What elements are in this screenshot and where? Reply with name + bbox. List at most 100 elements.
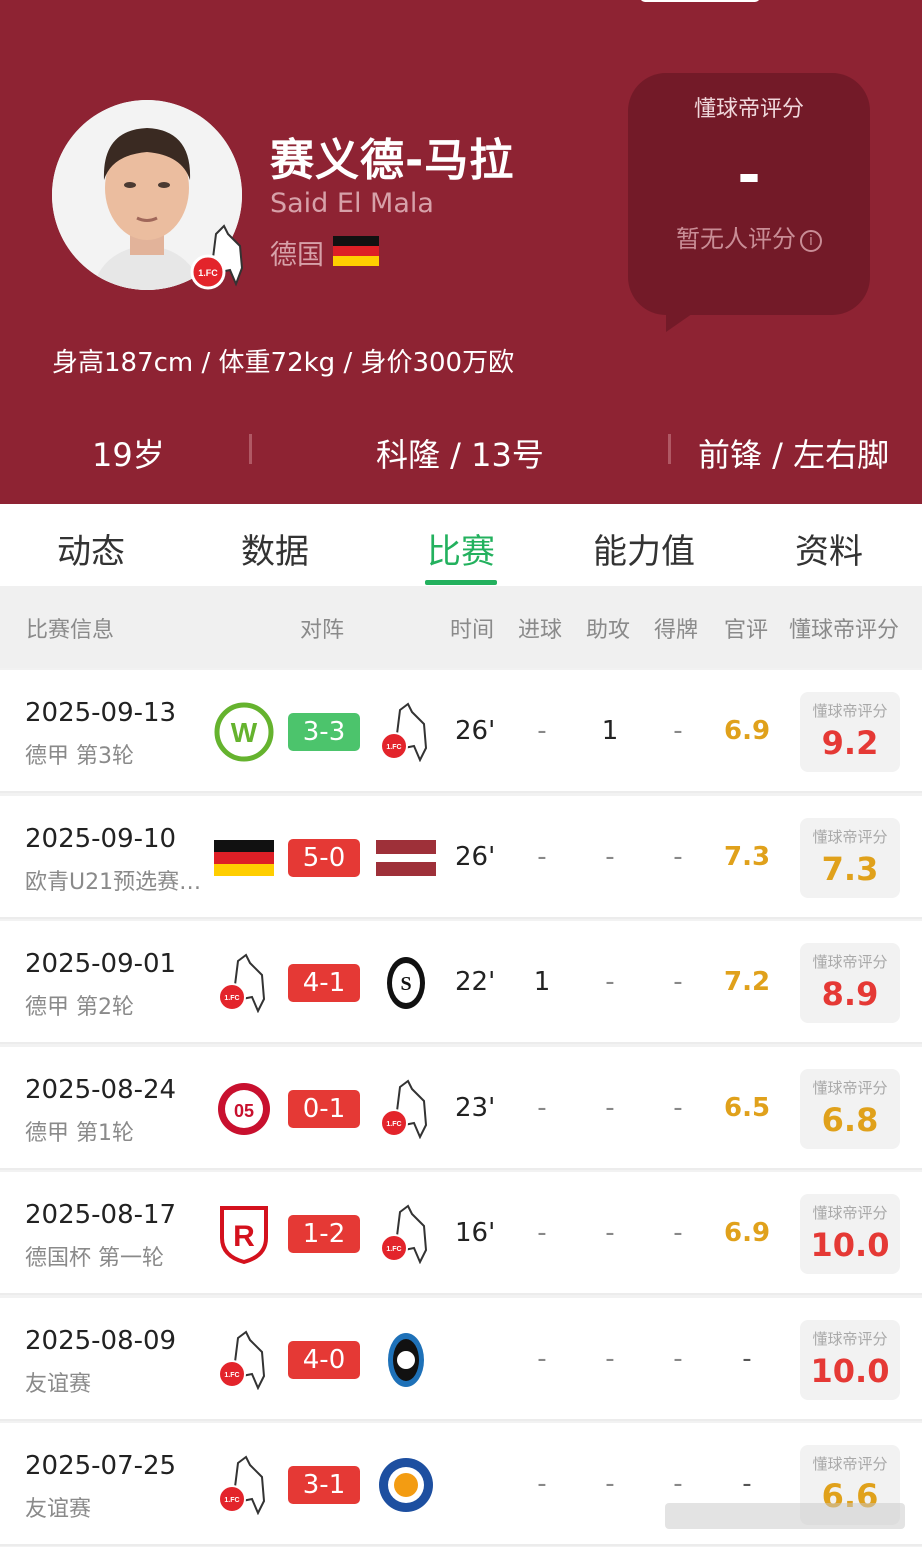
header-time: 时间 [450, 618, 495, 643]
dqd-rating-card[interactable]: 懂球帝评分 8.9 [800, 943, 900, 1023]
svg-text:1.FC: 1.FC [386, 1121, 401, 1128]
assists-value: - [605, 1469, 615, 1499]
dqd-rating-label: 懂球帝评分 [812, 702, 888, 720]
rating-bubble[interactable]: 懂球帝评分 - 暂无人评分 i [628, 73, 870, 315]
match-date: 2025-08-09 [25, 1325, 177, 1356]
freiburg-logo-icon: S [376, 953, 436, 1013]
goals-value: - [537, 841, 547, 872]
dqd-rating-value: 6.8 [821, 1100, 879, 1139]
tab-matches[interactable]: 比赛 [427, 524, 495, 573]
svg-text:1.FC: 1.FC [224, 995, 239, 1002]
dqd-rating-card[interactable]: 懂球帝评分 10.0 [800, 1319, 900, 1400]
cards-value: - [673, 967, 683, 997]
dqd-rating-card[interactable]: 懂球帝评分 6.8 [800, 1068, 900, 1149]
stat-divider [249, 434, 252, 464]
match-score: 3-3 [288, 713, 360, 751]
cards-value: - [673, 841, 683, 872]
svg-text:1.FC: 1.FC [224, 1497, 239, 1504]
goals-value: 1 [533, 967, 551, 997]
stat-divider [668, 434, 671, 464]
player-position-foot: 前锋 / 左右脚 [698, 436, 890, 474]
watermark [665, 1503, 905, 1529]
match-competition: 德国杯 第一轮 [25, 1246, 164, 1271]
regensburg-logo-icon: R [214, 1204, 274, 1265]
match-score: 4-1 [288, 964, 360, 1002]
match-row[interactable]: 2025-09-01 德甲 第2轮 1.FC 4-1 S 22' 1 - - 7.2 懂球帝评分 8.… [0, 921, 922, 1044]
header-cards: 得牌 [654, 618, 699, 643]
rating-bubble-tail [666, 300, 712, 332]
official-rating: 7.3 [724, 841, 771, 872]
svg-text:1.FC: 1.FC [386, 744, 401, 751]
header-fixture: 对阵 [300, 618, 345, 643]
match-score: 1-2 [288, 1215, 360, 1253]
dqd-rating-label: 懂球帝评分 [812, 1455, 888, 1473]
cards-value: - [673, 716, 683, 746]
koln-logo-icon: 1.FC [376, 1204, 436, 1265]
leicester-logo-icon [376, 1455, 436, 1515]
match-date: 2025-08-24 [25, 1074, 177, 1105]
tab-ability[interactable]: 能力值 [593, 524, 695, 573]
info-icon[interactable]: i [800, 230, 822, 252]
match-row[interactable]: 2025-09-13 德甲 第3轮 W 3-3 1.FC 26' - 1 - 6.9 懂球帝评分 9.… [0, 670, 922, 793]
minutes-played: 22' [455, 967, 496, 997]
dqd-rating-label: 懂球帝评分 [812, 1078, 888, 1097]
player-nationality: 德国 [270, 240, 324, 271]
drag-handle[interactable] [640, 0, 760, 2]
assists-value: - [605, 1343, 615, 1374]
header-goals: 进球 [518, 618, 563, 643]
match-competition: 友谊赛 [25, 1497, 92, 1522]
svg-text:05: 05 [234, 1101, 254, 1121]
rating-title: 懂球帝评分 [693, 97, 804, 122]
match-score: 0-1 [288, 1089, 360, 1128]
dqd-rating-value: 10.0 [810, 1351, 890, 1390]
match-competition: 德甲 第2轮 [25, 995, 134, 1020]
mainz-logo-icon: 05 [214, 1079, 274, 1139]
tab-feed[interactable]: 动态 [57, 524, 125, 573]
match-date: 2025-09-13 [25, 698, 177, 728]
player-name-en: Said El Mala [270, 188, 434, 219]
assists-value: - [605, 1218, 615, 1248]
dqd-rating-card[interactable]: 懂球帝评分 9.2 [800, 692, 900, 772]
minutes-played: 26' [455, 716, 496, 746]
svg-text:S: S [400, 973, 411, 995]
match-competition: 欧青U21预选赛… [25, 869, 202, 895]
match-score: 4-0 [288, 1340, 360, 1379]
tab-data[interactable]: 数据 [241, 524, 309, 573]
assists-value: 1 [601, 716, 619, 746]
match-row[interactable]: 2025-08-09 友谊赛 1.FC 4-0 - - - - 懂球帝评分 10.0 [0, 1297, 922, 1421]
tab-profile[interactable]: 资料 [795, 524, 863, 573]
match-date: 2025-07-25 [25, 1451, 177, 1481]
header-dqd-rating: 懂球帝评分 [789, 618, 900, 643]
germany-flag-icon [333, 236, 379, 266]
tab-bar: 动态 数据 比赛 能力值 资料 [0, 504, 922, 586]
svg-text:1.FC: 1.FC [386, 1246, 401, 1253]
match-row[interactable]: 2025-08-17 德国杯 第一轮 R 1-2 1.FC 16' - - - 6.9 懂球帝评分 1… [0, 1172, 922, 1295]
cards-value: - [673, 1343, 683, 1374]
official-rating: - [742, 1469, 752, 1499]
match-competition: 友谊赛 [25, 1371, 92, 1397]
player-bio: 身高187cm / 体重72kg / 身价300万欧 [52, 348, 515, 378]
koln-logo-icon: 1.FC [214, 1455, 274, 1516]
match-competition: 德甲 第3轮 [25, 744, 134, 769]
minutes-played: 23' [455, 1092, 496, 1123]
official-rating: 7.2 [724, 967, 771, 997]
goals-value: - [537, 1218, 547, 1248]
match-row[interactable]: 2025-08-24 德甲 第1轮 05 0-1 1.FC 23' - - - 6.5 懂球帝评分 6… [0, 1046, 922, 1170]
header-official: 官评 [724, 618, 769, 643]
dqd-rating-card[interactable]: 懂球帝评分 10.0 [800, 1194, 900, 1274]
match-row[interactable]: 2025-09-10 欧青U21预选赛… 5-0 26' - - - 7.3 懂球帝评分 7.3 [0, 795, 922, 919]
active-tab-indicator [425, 580, 497, 585]
dqd-rating-card[interactable]: 懂球帝评分 7.3 [800, 817, 900, 898]
cards-value: - [673, 1092, 683, 1123]
koln-logo-icon: 1.FC [376, 1078, 436, 1139]
cards-value: - [673, 1469, 683, 1499]
koln-logo-icon: 1.FC [214, 1329, 274, 1390]
cards-value: - [673, 1218, 683, 1248]
assists-value: - [605, 1092, 615, 1123]
assists-value: - [605, 841, 615, 872]
goals-value: - [537, 1092, 547, 1123]
svg-text:W: W [231, 717, 258, 748]
goals-value: - [537, 1469, 547, 1499]
goals-value: - [537, 716, 547, 746]
minutes-played: 16' [455, 1218, 496, 1248]
